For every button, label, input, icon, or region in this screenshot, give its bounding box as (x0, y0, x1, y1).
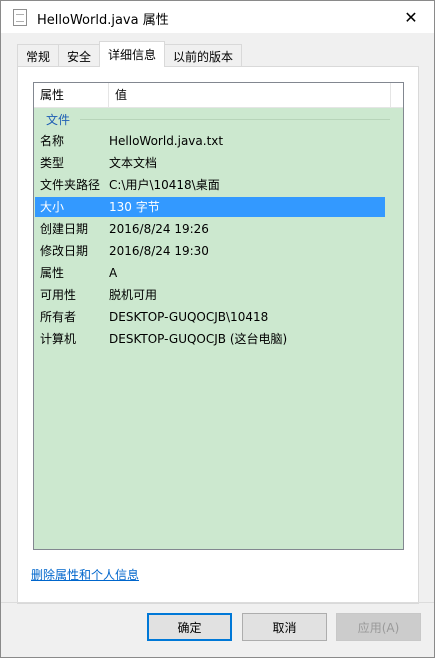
details-panel: 属性 值 文件 名称 HelloWorld.java.txt 类型 文本文档 文… (17, 66, 419, 604)
detail-row-folder-path[interactable]: 文件夹路径 C:\用户\10418\桌面 (35, 175, 385, 195)
detail-row-computer[interactable]: 计算机 DESKTOP-GUQOCJB (这台电脑) (35, 329, 385, 349)
detail-key: 可用性 (40, 288, 77, 302)
detail-value: A (109, 266, 118, 280)
detail-key: 创建日期 (40, 222, 89, 236)
detail-row-attributes[interactable]: 属性 A (35, 263, 385, 283)
detail-key: 修改日期 (40, 244, 89, 258)
detail-key: 大小 (40, 200, 65, 214)
window-title: HelloWorld.java 属性 (37, 13, 169, 28)
apply-button[interactable]: 应用(A) (336, 613, 421, 641)
detail-value: 脱机可用 (109, 288, 158, 302)
detail-row-name[interactable]: 名称 HelloWorld.java.txt (35, 131, 385, 151)
properties-dialog: HelloWorld.java 属性 ✕ 常规 安全 详细信息 以前的版本 属性… (0, 0, 435, 658)
detail-value: 2016/8/24 19:30 (109, 244, 209, 258)
group-header-file: 文件 (46, 113, 71, 127)
detail-key: 类型 (40, 156, 65, 170)
cancel-button[interactable]: 取消 (242, 613, 327, 641)
detail-row-size[interactable]: 大小 130 字节 (35, 197, 385, 217)
detail-row-modified[interactable]: 修改日期 2016/8/24 19:30 (35, 241, 385, 261)
tab-strip: 常规 安全 详细信息 以前的版本 (17, 41, 243, 67)
detail-value: DESKTOP-GUQOCJB (这台电脑) (109, 332, 288, 346)
detail-key: 名称 (40, 134, 65, 148)
detail-row-created[interactable]: 创建日期 2016/8/24 19:26 (35, 219, 385, 239)
tab-security[interactable]: 安全 (58, 44, 101, 67)
details-list[interactable]: 属性 值 文件 名称 HelloWorld.java.txt 类型 文本文档 文… (33, 82, 404, 550)
detail-value: C:\用户\10418\桌面 (109, 178, 220, 192)
detail-value: HelloWorld.java.txt (109, 134, 224, 148)
document-icon (13, 9, 27, 26)
detail-key: 计算机 (40, 332, 77, 346)
ok-button[interactable]: 确定 (147, 613, 232, 641)
remove-properties-link[interactable]: 删除属性和个人信息 (31, 566, 139, 583)
detail-value: 2016/8/24 19:26 (109, 222, 209, 236)
detail-key: 所有者 (40, 310, 77, 324)
tab-details[interactable]: 详细信息 (99, 41, 166, 67)
detail-value: DESKTOP-GUQOCJB\10418 (109, 310, 269, 324)
detail-value: 130 字节 (109, 200, 160, 214)
close-button[interactable]: ✕ (388, 1, 434, 33)
detail-key: 文件夹路径 (40, 178, 101, 192)
footer-divider (1, 602, 434, 603)
detail-row-availability[interactable]: 可用性 脱机可用 (35, 285, 385, 305)
detail-row-owner[interactable]: 所有者 DESKTOP-GUQOCJB\10418 (35, 307, 385, 327)
group-divider (80, 119, 390, 120)
list-header: 属性 值 (34, 83, 403, 108)
tab-general[interactable]: 常规 (17, 44, 60, 67)
column-header-value[interactable]: 值 (109, 83, 391, 107)
tab-previous-versions[interactable]: 以前的版本 (164, 44, 243, 67)
detail-row-type[interactable]: 类型 文本文档 (35, 153, 385, 173)
detail-value: 文本文档 (109, 156, 158, 170)
detail-key: 属性 (40, 266, 65, 280)
title-bar: HelloWorld.java 属性 ✕ (1, 1, 434, 33)
column-header-property[interactable]: 属性 (34, 83, 109, 107)
